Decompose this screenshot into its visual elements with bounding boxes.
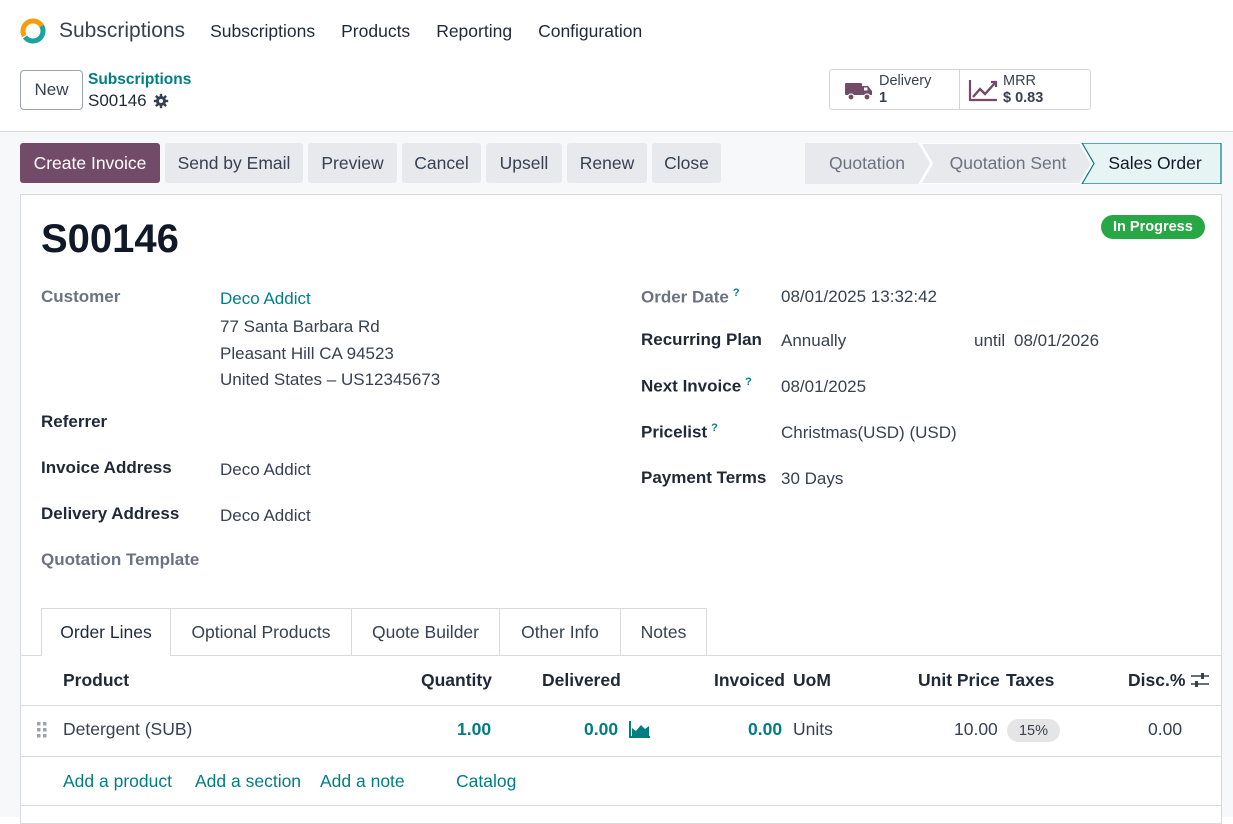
- customer-label: Customer: [41, 287, 121, 306]
- help-icon[interactable]: ?: [711, 422, 718, 434]
- delivery-address-field[interactable]: Deco Addict: [220, 506, 311, 526]
- table-footer-divider: [20, 805, 1222, 806]
- end-date-field[interactable]: 08/01/2026: [1014, 331, 1099, 351]
- stage-quotation-sent[interactable]: Quotation Sent: [933, 143, 1083, 184]
- customer-field[interactable]: Deco Addict: [220, 289, 311, 309]
- add-section-link[interactable]: Add a section: [195, 771, 301, 792]
- breadcrumb-current: S00146: [88, 91, 169, 111]
- top-navbar: Subscriptions Subscriptions Products Rep…: [0, 0, 1233, 62]
- customer-address-line-2: Pleasant Hill CA 94523: [220, 344, 394, 363]
- truck-icon: [845, 82, 872, 101]
- drag-handle-icon[interactable]: [36, 721, 48, 739]
- column-header-discount[interactable]: Disc.%: [1128, 670, 1185, 691]
- menu-reporting[interactable]: Reporting: [436, 21, 512, 42]
- mrr-label: MRR: [1003, 72, 1037, 89]
- delivery-count: 1: [879, 89, 888, 106]
- delivery-address-label: Delivery Address: [41, 504, 180, 523]
- add-product-link[interactable]: Add a product: [63, 771, 172, 792]
- new-button[interactable]: New: [20, 70, 83, 110]
- referrer-field[interactable]: [220, 410, 590, 436]
- app-brand[interactable]: Subscriptions: [18, 16, 185, 46]
- cell-uom[interactable]: Units: [793, 719, 833, 740]
- until-label: until: [974, 331, 1006, 350]
- record-title: S00146: [41, 217, 179, 261]
- column-header-delivered[interactable]: Delivered: [542, 670, 621, 691]
- cell-quantity[interactable]: 1.00: [457, 719, 491, 740]
- column-header-quantity[interactable]: Quantity: [421, 670, 492, 691]
- cell-invoiced[interactable]: 0.00: [748, 719, 782, 740]
- delivery-smart-button[interactable]: Delivery 1: [829, 69, 960, 110]
- cell-discount[interactable]: 0.00: [1148, 719, 1182, 740]
- breadcrumb-current-label: S00146: [88, 91, 147, 110]
- cell-product[interactable]: Detergent (SUB): [63, 719, 192, 740]
- add-note-link[interactable]: Add a note: [320, 771, 405, 792]
- catalog-link[interactable]: Catalog: [456, 771, 516, 792]
- order-date-field[interactable]: 08/01/2025 13:32:42: [781, 287, 937, 307]
- table-row-divider: [20, 756, 1222, 757]
- menu-products[interactable]: Products: [341, 21, 410, 42]
- subscriptions-app-icon: [20, 18, 46, 44]
- app-title: Subscriptions: [59, 19, 186, 42]
- mrr-value: $ 0.83: [1003, 89, 1044, 106]
- create-invoice-button[interactable]: Create Invoice: [20, 143, 160, 183]
- line-chart-icon: [968, 79, 998, 101]
- next-invoice-field[interactable]: 08/01/2025: [781, 377, 866, 397]
- close-button[interactable]: Close: [652, 143, 721, 183]
- column-header-taxes[interactable]: Taxes: [1006, 670, 1054, 691]
- send-by-email-button[interactable]: Send by Email: [165, 143, 303, 183]
- help-icon[interactable]: ?: [733, 287, 740, 299]
- tab-notes[interactable]: Notes: [620, 608, 707, 656]
- recurring-plan-label: Recurring Plan: [641, 330, 762, 349]
- payment-terms-label: Payment Terms: [641, 468, 767, 487]
- quotation-template-label: Quotation Template: [41, 550, 200, 569]
- status-bar: Quotation Quotation Sent Sales Order: [805, 143, 1222, 184]
- renew-button[interactable]: Renew: [567, 143, 647, 183]
- area-chart-icon[interactable]: [629, 720, 651, 738]
- column-header-product[interactable]: Product: [63, 670, 129, 691]
- upsell-button[interactable]: Upsell: [486, 143, 562, 183]
- referrer-label: Referrer: [41, 412, 108, 431]
- tab-quote-builder[interactable]: Quote Builder: [351, 608, 500, 656]
- optional-columns-icon[interactable]: [1190, 671, 1210, 689]
- column-header-uom[interactable]: UoM: [793, 670, 831, 691]
- cancel-button[interactable]: Cancel: [402, 143, 481, 183]
- gear-icon[interactable]: [153, 93, 169, 109]
- next-invoice-label: Next Invoice?: [641, 376, 752, 396]
- tab-other-info[interactable]: Other Info: [499, 608, 621, 656]
- pricelist-field[interactable]: Christmas(USD) (USD): [781, 423, 957, 443]
- status-badge: In Progress: [1101, 215, 1205, 239]
- cell-delivered[interactable]: 0.00: [584, 719, 618, 740]
- menu-subscriptions[interactable]: Subscriptions: [210, 21, 315, 42]
- quotation-template-field[interactable]: [220, 548, 590, 574]
- invoice-address-field[interactable]: Deco Addict: [220, 460, 311, 480]
- table-header-divider: [20, 705, 1222, 706]
- customer-address-line-1: 77 Santa Barbara Rd: [220, 317, 380, 336]
- tab-order-lines[interactable]: Order Lines: [41, 608, 171, 656]
- column-header-unit-price[interactable]: Unit Price: [918, 670, 1000, 691]
- tax-tag[interactable]: 15%: [1007, 719, 1060, 742]
- cell-unit-price[interactable]: 10.00: [954, 719, 998, 740]
- column-header-invoiced[interactable]: Invoiced: [714, 670, 785, 691]
- tab-optional-products[interactable]: Optional Products: [170, 608, 352, 656]
- preview-button[interactable]: Preview: [308, 143, 397, 183]
- help-icon[interactable]: ?: [745, 376, 752, 388]
- breadcrumb-parent-link[interactable]: Subscriptions: [88, 71, 191, 89]
- mrr-smart-button[interactable]: MRR $ 0.83: [959, 69, 1091, 110]
- menu-configuration[interactable]: Configuration: [538, 21, 642, 42]
- payment-terms-field[interactable]: 30 Days: [781, 469, 843, 489]
- pricelist-label: Pricelist?: [641, 422, 718, 442]
- invoice-address-label: Invoice Address: [41, 458, 172, 477]
- customer-address-line-3: United States – US12345673: [220, 370, 441, 389]
- stage-quotation[interactable]: Quotation: [805, 143, 929, 184]
- recurring-plan-field[interactable]: Annually: [781, 331, 846, 351]
- stage-sales-order[interactable]: Sales Order: [1095, 143, 1215, 184]
- delivery-label: Delivery: [879, 72, 932, 89]
- order-date-label: Order Date?: [641, 287, 740, 307]
